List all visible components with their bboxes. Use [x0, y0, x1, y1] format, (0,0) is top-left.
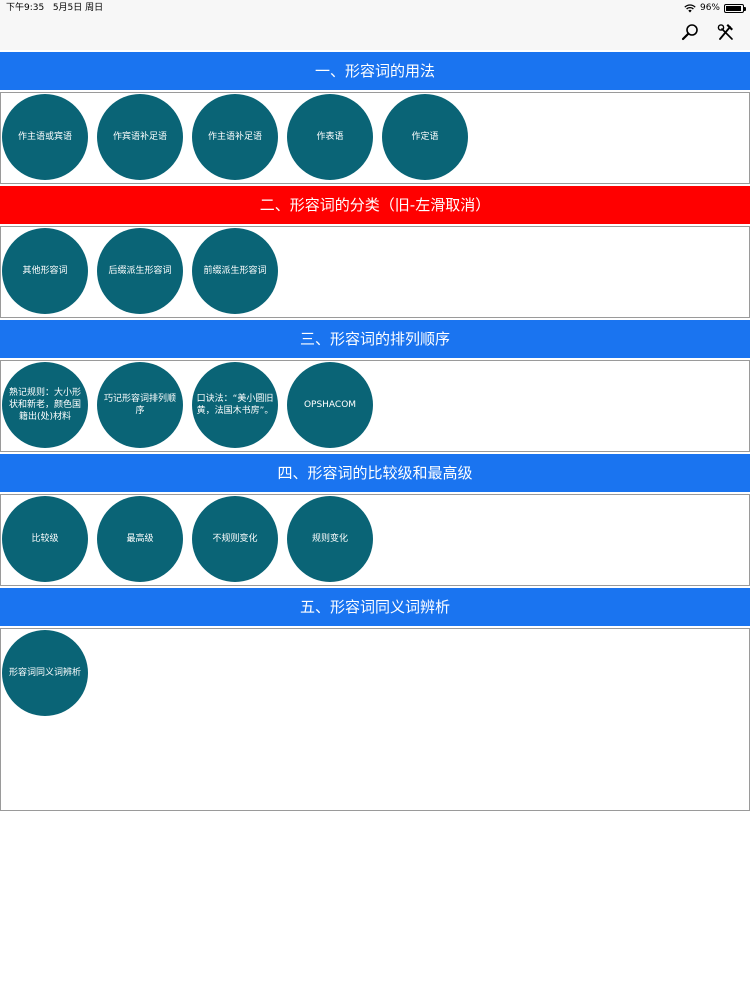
section-body: 形容词同义词辨析 [0, 628, 750, 811]
topic-circle-button[interactable]: 作定语 [382, 94, 468, 180]
nav-icons [680, 22, 736, 42]
topic-circle-button[interactable]: 规则变化 [287, 496, 373, 582]
wifi-icon [684, 3, 696, 12]
section-header[interactable]: 三、形容词的排列顺序 [0, 320, 750, 358]
topic-circle-button[interactable]: OPSHACOM [287, 362, 373, 448]
topic-circle-button[interactable]: 不规则变化 [192, 496, 278, 582]
battery-icon [724, 3, 746, 13]
topic-circle-button[interactable]: 比较级 [2, 496, 88, 582]
section-body: 其他形容词 后缀派生形容词 前缀派生形容词 [0, 226, 750, 318]
section-header[interactable]: 五、形容词同义词辨析 [0, 588, 750, 626]
section-body: 作主语或宾语 作宾语补足语 作主语补足语 作表语 作定语 [0, 92, 750, 184]
section-comparison: 四、形容词的比较级和最高级 比较级 最高级 不规则变化 规则变化 [0, 454, 750, 586]
topic-circle-button[interactable]: 前缀派生形容词 [192, 228, 278, 314]
topic-circle-button[interactable]: 其他形容词 [2, 228, 88, 314]
section-synonyms: 五、形容词同义词辨析 形容词同义词辨析 [0, 588, 750, 811]
battery-fill [726, 5, 742, 11]
section-body: 熟记规则：大小形状和新老，颜色国籍出(处)材料 巧记形容词排列顺序 口诀法：“美… [0, 360, 750, 452]
topic-circle-button[interactable]: 形容词同义词辨析 [2, 630, 88, 716]
topic-circle-button[interactable]: 巧记形容词排列顺序 [97, 362, 183, 448]
topic-circle-button[interactable]: 熟记规则：大小形状和新老，颜色国籍出(处)材料 [2, 362, 88, 448]
section-order: 三、形容词的排列顺序 熟记规则：大小形状和新老，颜色国籍出(处)材料 巧记形容词… [0, 320, 750, 452]
status-date: 5月5日 周日 [52, 3, 104, 13]
section-header[interactable]: 一、形容词的用法 [0, 52, 750, 90]
topic-circle-button[interactable]: 作主语补足语 [192, 94, 278, 180]
topic-circle-button[interactable]: 作宾语补足语 [97, 94, 183, 180]
topic-circle-button[interactable]: 作表语 [287, 94, 373, 180]
status-time-date: 下午9:35 5月5日 周日 [6, 0, 103, 16]
section-body: 比较级 最高级 不规则变化 规则变化 [0, 494, 750, 586]
status-bar: 下午9:35 5月5日 周日 96% [0, 0, 750, 16]
status-right: 96% [684, 0, 746, 16]
search-icon[interactable] [680, 22, 700, 42]
section-header[interactable]: 二、形容词的分类（旧-左滑取消） [0, 186, 750, 224]
section-header[interactable]: 四、形容词的比较级和最高级 [0, 454, 750, 492]
status-time: 下午9:35 [6, 3, 45, 13]
section-usage: 一、形容词的用法 作主语或宾语 作宾语补足语 作主语补足语 作表语 作定语 [0, 52, 750, 184]
sections-container: 一、形容词的用法 作主语或宾语 作宾语补足语 作主语补足语 作表语 作定语 二、… [0, 52, 750, 811]
topic-circle-button[interactable]: 最高级 [97, 496, 183, 582]
section-classification: 二、形容词的分类（旧-左滑取消） 其他形容词 后缀派生形容词 前缀派生形容词 [0, 186, 750, 318]
tools-icon[interactable] [716, 22, 736, 42]
topic-circle-button[interactable]: 作主语或宾语 [2, 94, 88, 180]
battery-percent: 96% [699, 3, 720, 13]
nav-bar [0, 16, 750, 50]
topic-circle-button[interactable]: 口诀法：“美小圆旧黄，法国木书房”。 [192, 362, 278, 448]
topic-circle-button[interactable]: 后缀派生形容词 [97, 228, 183, 314]
